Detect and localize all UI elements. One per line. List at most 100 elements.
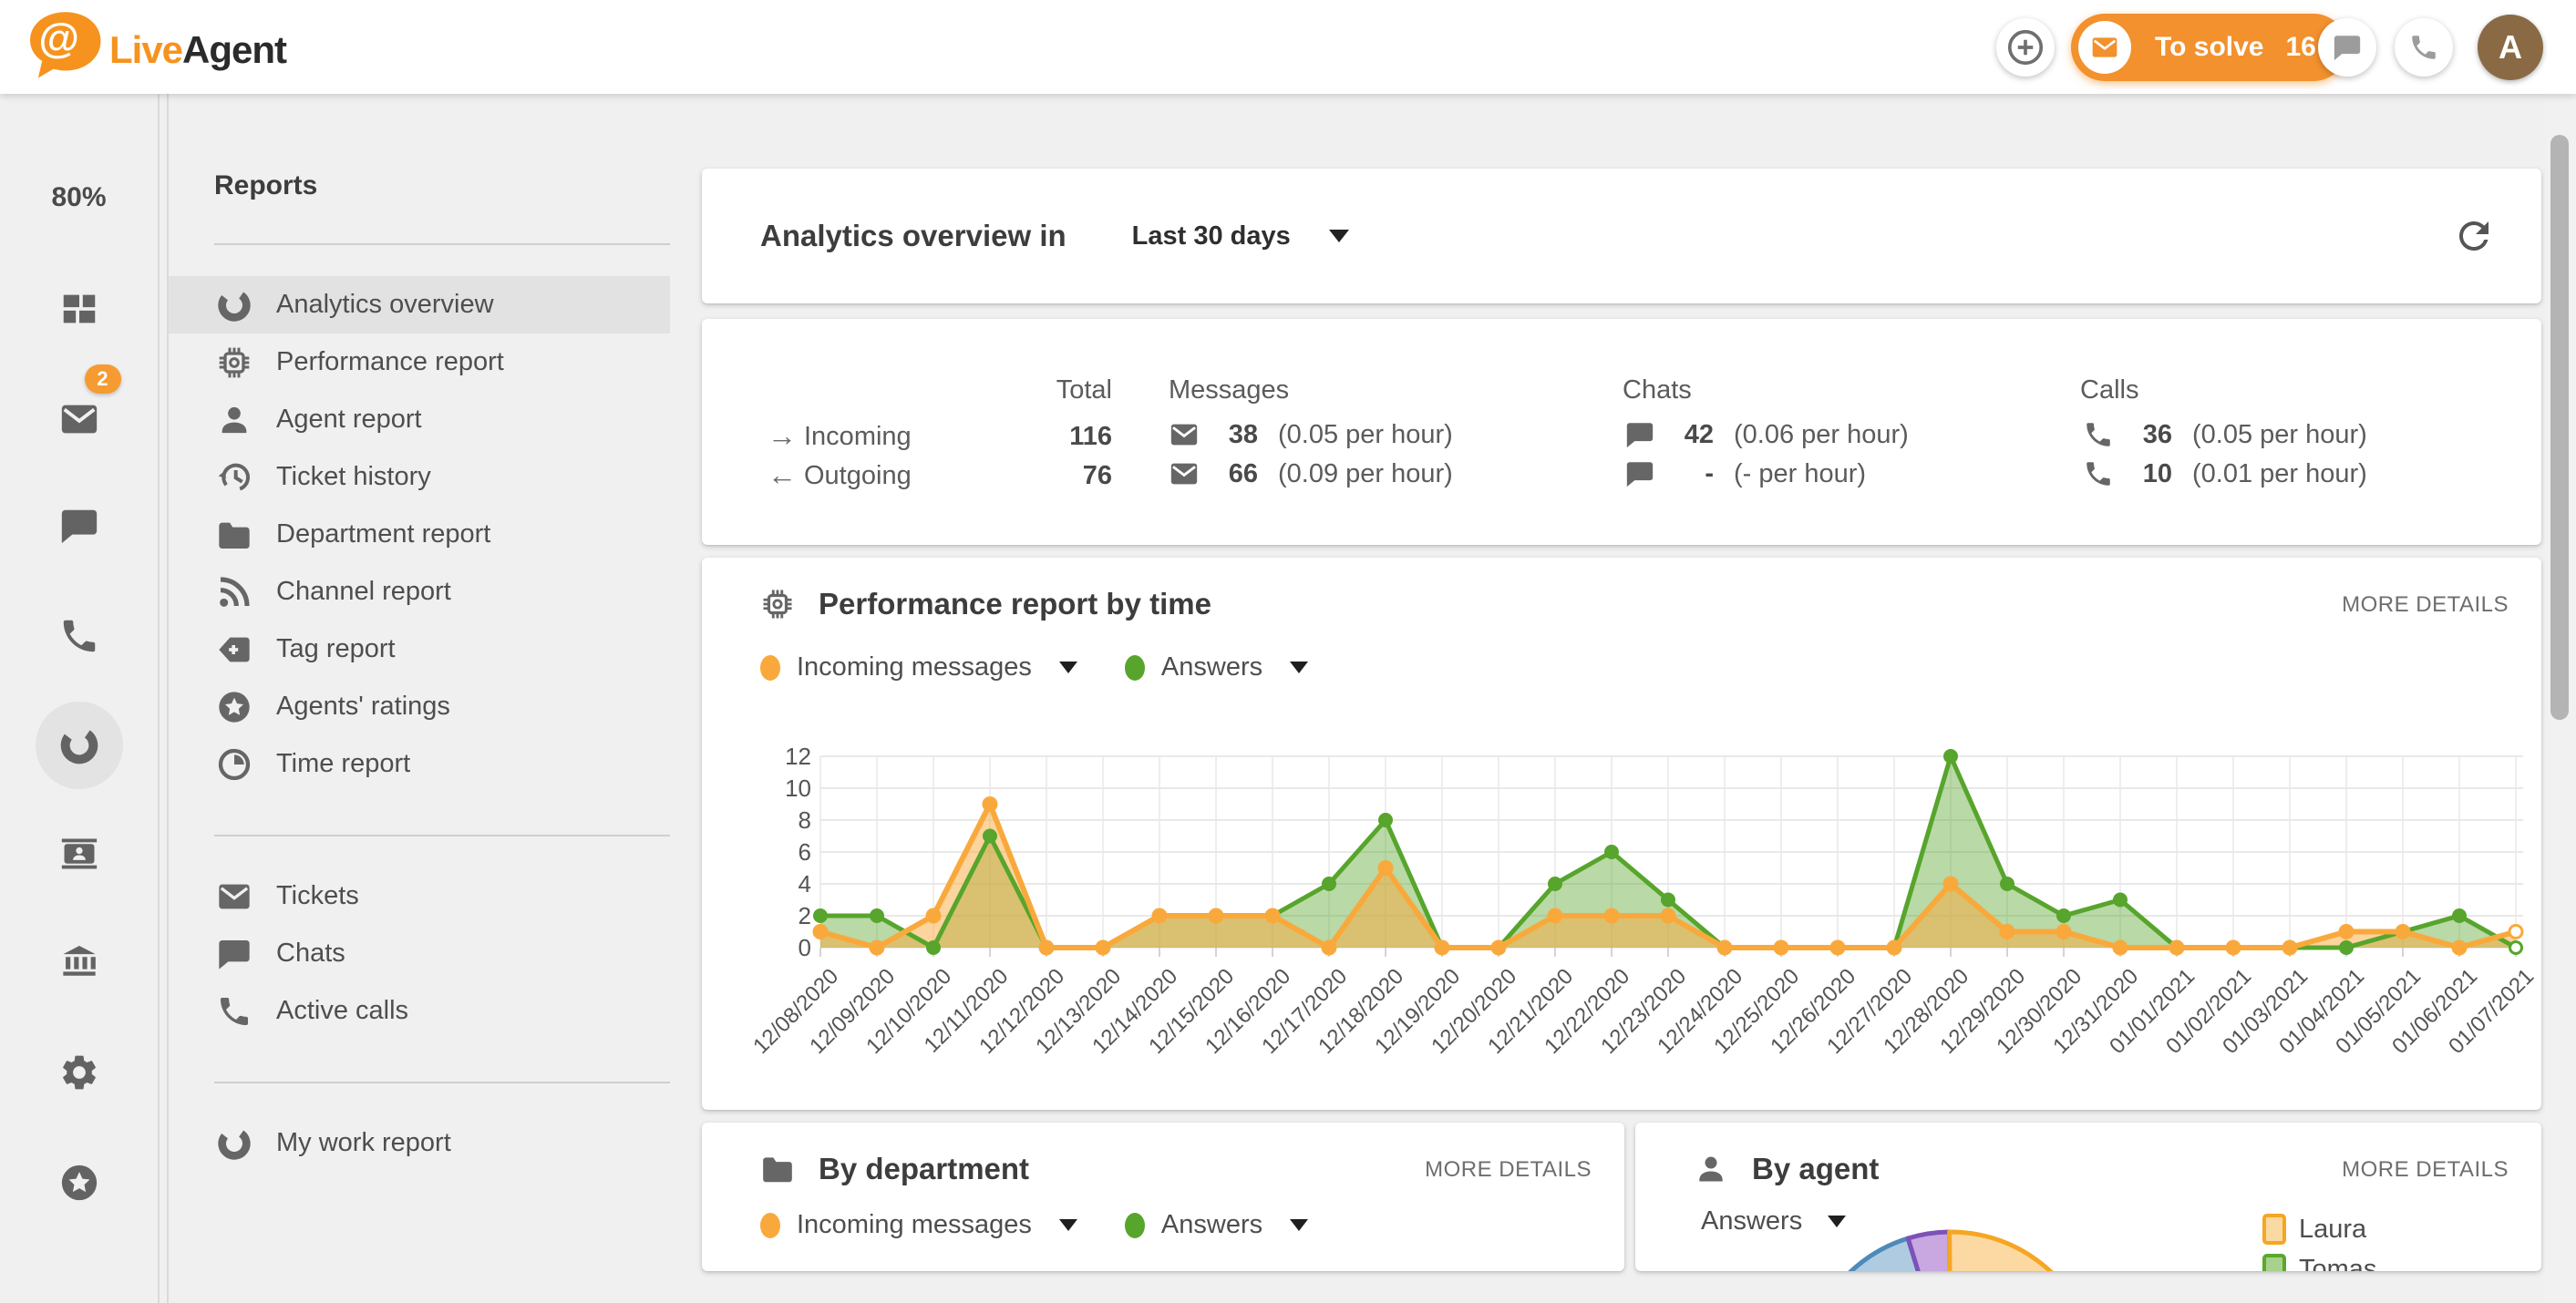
menu-item-tickets[interactable]: Tickets (169, 867, 670, 925)
donut-icon (216, 1125, 252, 1162)
total-outgoing: 76 (1021, 461, 1112, 491)
messages-incoming-cell: 38 (0.05 per hour) (1169, 419, 1453, 450)
menu-divider (214, 835, 670, 836)
menu-item-label: Department report (276, 519, 490, 549)
row-label-outgoing: Outgoing (804, 461, 912, 491)
menu-item-my-work-report[interactable]: My work report (169, 1114, 670, 1172)
y-tick-label: 0 (729, 934, 811, 962)
menu-item-label: Performance report (276, 347, 504, 377)
history-icon (216, 459, 252, 496)
chat-icon (1624, 458, 1655, 489)
legend-label: Laura (2299, 1215, 2366, 1245)
liveagent-logo[interactable]: @ LiveAgent (24, 7, 286, 92)
y-tick-label: 8 (729, 806, 811, 835)
refresh-button[interactable] (2452, 214, 2496, 258)
menu-item-time-report[interactable]: Time report (169, 735, 670, 793)
menu-item-label: Tag report (276, 634, 396, 664)
main-content: Analytics overview in Last 30 days Total… (702, 94, 2541, 1303)
mail-icon (216, 878, 252, 915)
chat-icon (216, 936, 252, 972)
performance-report-card: Performance report by time MORE DETAILS … (702, 558, 2541, 1110)
mail-icon (1169, 419, 1200, 450)
rail-item-reports[interactable] (36, 702, 123, 789)
rail-item-dashboard[interactable] (36, 265, 123, 353)
menu-item-active-calls[interactable]: Active calls (169, 982, 670, 1040)
calls-button[interactable] (2395, 18, 2453, 77)
messages-outgoing-cell: 66 (0.09 per hour) (1169, 458, 1453, 489)
logo-wordmark: LiveAgent (109, 28, 286, 72)
menu-item-label: Tickets (276, 881, 359, 911)
chats-outgoing-cell: - (- per hour) (1624, 458, 1866, 489)
pie-legend: Laura Tomas (2262, 1214, 2376, 1271)
mail-icon (1169, 458, 1200, 489)
y-tick-label: 12 (729, 743, 811, 771)
menu-item-ticket-history[interactable]: Ticket history (169, 448, 670, 506)
legend-swatch (2262, 1214, 2286, 1245)
rail-item-company[interactable] (36, 918, 123, 1006)
contacts-icon (58, 833, 100, 875)
rail-item-mail[interactable]: 2 (36, 375, 123, 463)
menu-item-agent-report[interactable]: Agent report (169, 391, 670, 448)
legend-label: Tomas (2299, 1255, 2376, 1272)
menu-item-label: Agent report (276, 405, 422, 435)
chevron-down-icon[interactable] (1290, 1219, 1308, 1231)
logo-bubble-icon: @ (24, 7, 104, 92)
menu-item-channel-report[interactable]: Channel report (169, 563, 670, 621)
phone-icon (2083, 458, 2114, 489)
menu-item-department-report[interactable]: Department report (169, 506, 670, 563)
analytics-overview-card: Analytics overview in Last 30 days (702, 169, 2541, 303)
page-title: Analytics overview in (760, 219, 1066, 253)
legend-label: Answers (1161, 1210, 1262, 1240)
top-bar: @ LiveAgent To solve 16 (0, 0, 2576, 94)
tag-icon (216, 631, 252, 668)
to-solve-button[interactable]: To solve 16 (2071, 14, 2347, 81)
menu-item-label: Channel report (276, 577, 451, 607)
pie-legend-item: Laura (2262, 1214, 2376, 1245)
phone-icon (2408, 32, 2439, 63)
more-details-link[interactable]: MORE DETAILS (1425, 1157, 1592, 1183)
starcircle-icon (58, 1162, 100, 1204)
date-range-select[interactable]: Last 30 days (1132, 221, 1349, 251)
menu-item-label: Chats (276, 939, 345, 969)
legend-swatch (2262, 1254, 2286, 1271)
chat-icon (58, 505, 100, 547)
menu-item-label: Analytics overview (276, 290, 494, 320)
legend-label: Incoming messages (797, 1210, 1032, 1240)
phone-icon (216, 993, 252, 1030)
settings-icon (58, 1052, 100, 1093)
pie-legend-item: Tomas (2262, 1254, 2376, 1271)
rail-item-contacts[interactable] (36, 810, 123, 898)
avatar-initial: A (2499, 28, 2522, 67)
legend-dot (760, 1213, 780, 1238)
scrollbar-thumb[interactable] (2550, 135, 2569, 720)
menu-item-label: Active calls (276, 996, 408, 1026)
rail-item-chat[interactable] (36, 482, 123, 569)
menu-item-analytics-overview[interactable]: Analytics overview (169, 276, 670, 333)
rss-icon (216, 574, 252, 610)
menu-item-tag-report[interactable]: Tag report (169, 621, 670, 678)
menu-item-chats[interactable]: Chats (169, 925, 670, 982)
column-header-total: Total (1021, 375, 1112, 405)
menu-item-performance-report[interactable]: Performance report (169, 333, 670, 391)
avatar[interactable]: A (2478, 15, 2543, 80)
to-solve-mail-icon (2078, 21, 2131, 74)
menu-title: Reports (214, 170, 693, 201)
rail-item-phone[interactable] (36, 592, 123, 680)
y-tick-label: 6 (729, 838, 811, 867)
company-icon (58, 941, 100, 983)
folder-icon (760, 1152, 795, 1186)
rail-item-starcircle[interactable] (36, 1139, 123, 1226)
chats-button[interactable] (2318, 18, 2376, 77)
menu-item-agents-ratings[interactable]: Agents' ratings (169, 678, 670, 735)
add-button[interactable] (1996, 18, 2055, 77)
legend-dot (1125, 1213, 1145, 1238)
chat-icon (1624, 419, 1655, 450)
chats-incoming-cell: 42 (0.06 per hour) (1624, 419, 1909, 450)
chip-icon (216, 344, 252, 381)
calls-incoming-cell: 36 (0.05 per hour) (2083, 419, 2367, 450)
bottom-cards-row: By department MORE DETAILS Incoming mess… (702, 1123, 2541, 1271)
chevron-down-icon[interactable] (1059, 1219, 1077, 1231)
chart-legend: Incoming messages Answers (760, 1210, 1355, 1240)
rail-item-settings[interactable] (36, 1029, 123, 1116)
to-solve-label: To solve (2155, 32, 2263, 63)
